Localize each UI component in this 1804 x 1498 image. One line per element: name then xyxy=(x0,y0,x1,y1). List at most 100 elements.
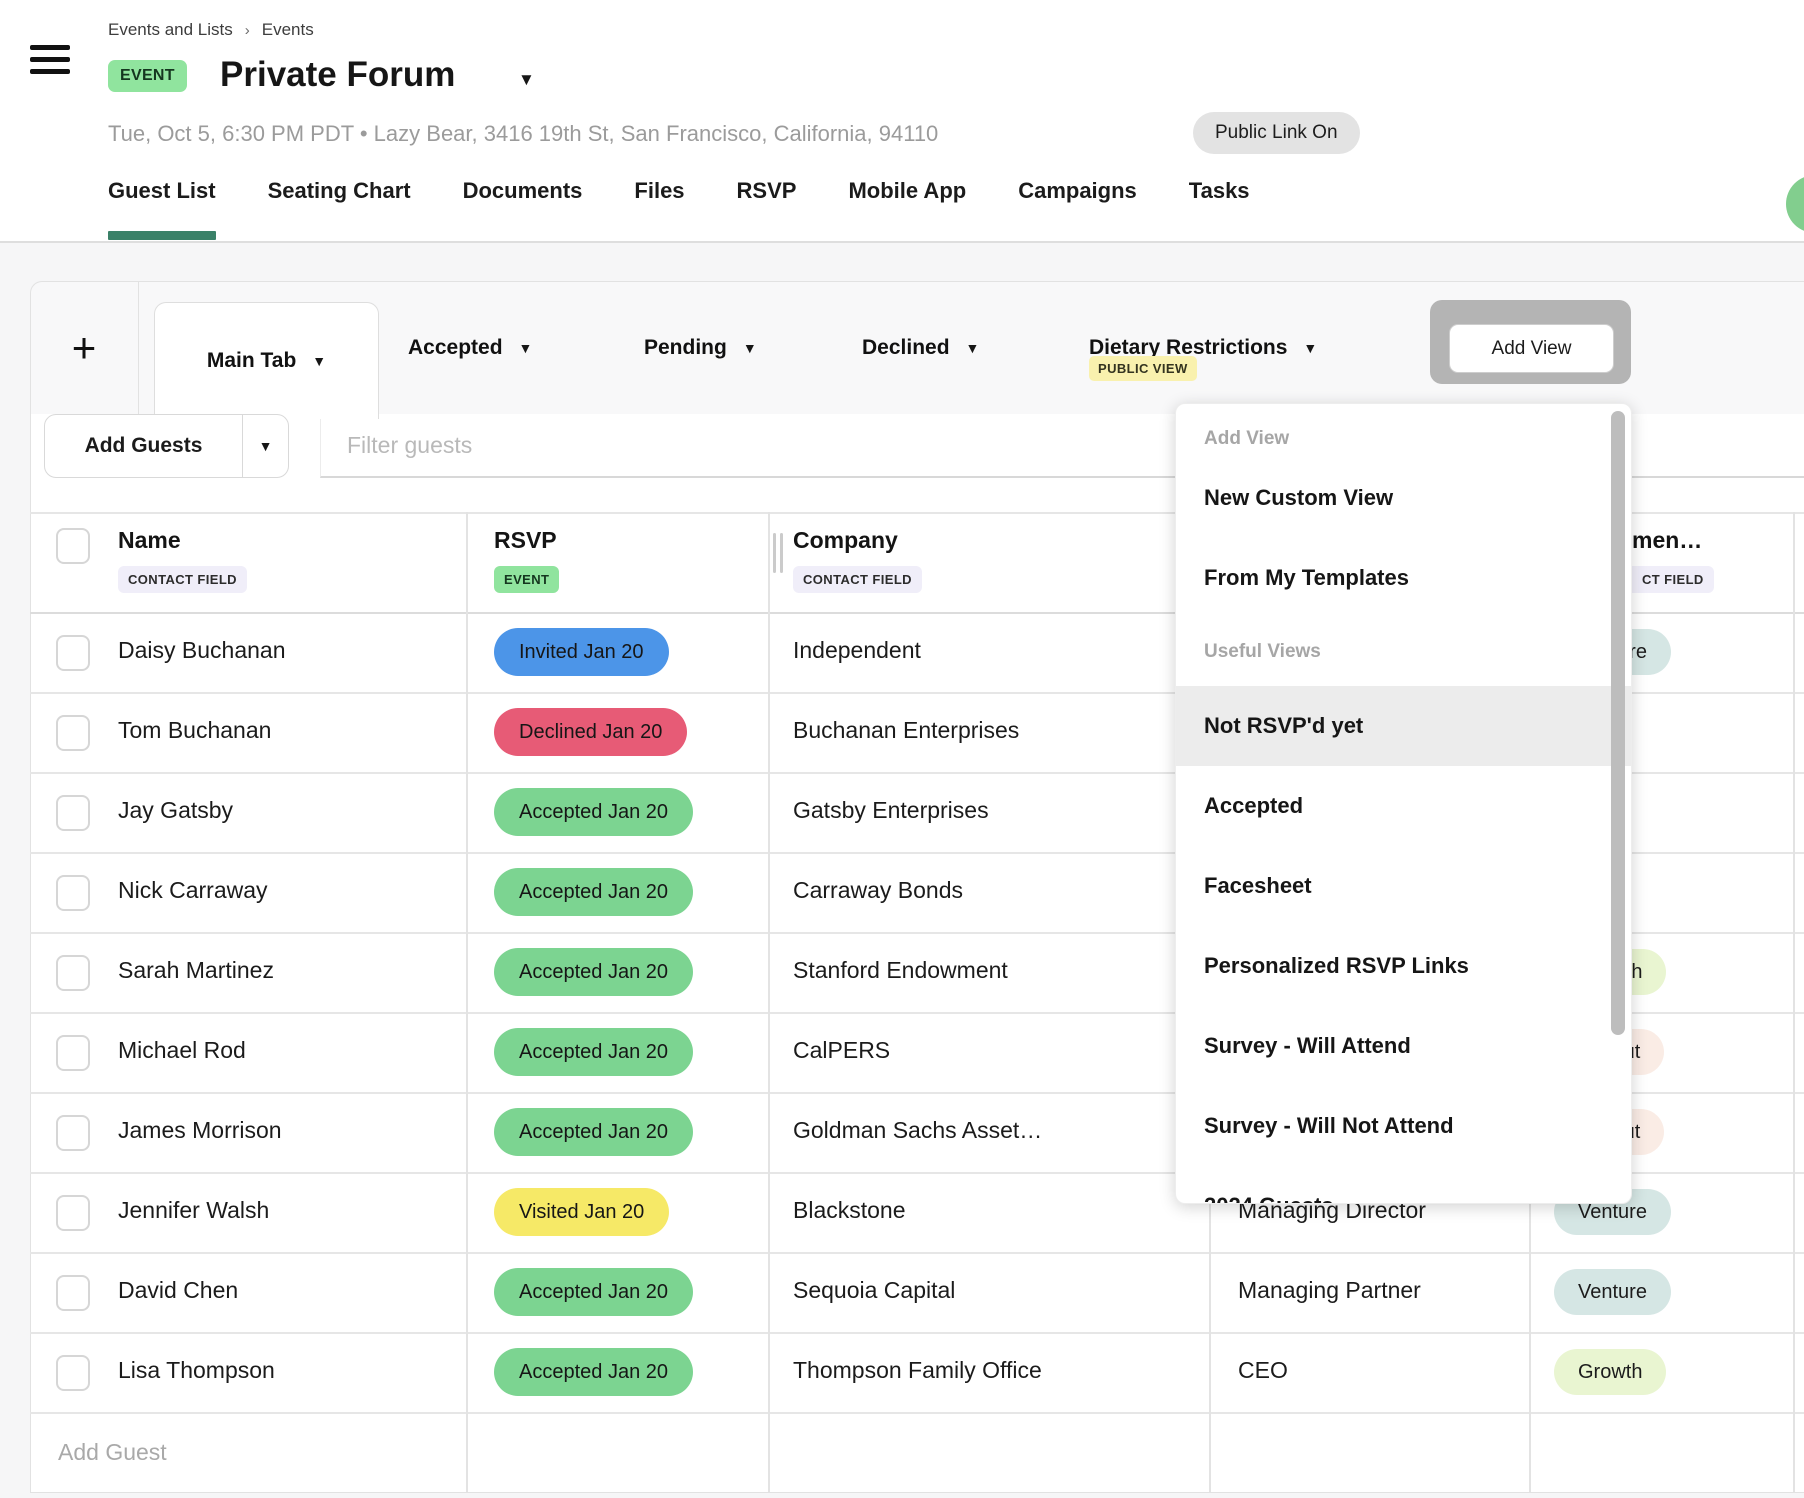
guest-company: Thompson Family Office xyxy=(793,1357,1042,1384)
menu-item-survey-will-not-attend[interactable]: Survey - Will Not Attend xyxy=(1176,1086,1631,1166)
column-header-name[interactable]: Name xyxy=(118,527,181,554)
view-tab-pending[interactable]: Pending▼ xyxy=(644,281,757,414)
view-tab-label: Main Tab xyxy=(207,349,296,373)
screen: Events and Lists › Events EVENT Private … xyxy=(0,0,1804,1498)
guest-company: Independent xyxy=(793,637,921,664)
nav-tab-label: Seating Chart xyxy=(268,178,411,204)
guest-title: CEO xyxy=(1238,1357,1288,1384)
row-checkbox[interactable] xyxy=(56,875,90,911)
nav-tab-label: RSVP xyxy=(737,178,797,204)
nav-tab-campaigns[interactable]: Campaigns xyxy=(1018,178,1137,240)
investment-focus-pill: Growth xyxy=(1554,1349,1666,1395)
column-type-badge: CT FIELD xyxy=(1632,566,1714,593)
nav-tab-seating-chart[interactable]: Seating Chart xyxy=(268,178,411,240)
chevron-down-icon: ▼ xyxy=(259,438,273,454)
menu-item-facesheet[interactable]: Facesheet xyxy=(1176,846,1631,926)
guest-company: Goldman Sachs Asset… xyxy=(793,1117,1042,1144)
guest-name: Jay Gatsby xyxy=(118,797,233,824)
nav-tab-guest-list[interactable]: Guest List xyxy=(108,178,216,240)
select-all-checkbox[interactable] xyxy=(56,528,90,564)
rsvp-status-pill[interactable]: Accepted Jan 20 xyxy=(494,868,693,916)
breadcrumb-events-and-lists[interactable]: Events and Lists xyxy=(108,20,233,40)
active-tab-underline xyxy=(108,231,216,240)
rsvp-status-pill[interactable]: Accepted Jan 20 xyxy=(494,1028,693,1076)
event-type-badge: EVENT xyxy=(108,60,187,92)
guest-name: Lisa Thompson xyxy=(118,1357,275,1384)
rsvp-status-pill[interactable]: Accepted Jan 20 xyxy=(494,1108,693,1156)
rsvp-status-pill[interactable]: Accepted Jan 20 xyxy=(494,788,693,836)
column-header-men-[interactable]: men… xyxy=(1632,527,1702,554)
rsvp-status-pill[interactable]: Accepted Jan 20 xyxy=(494,948,693,996)
column-drag-handle[interactable] xyxy=(773,533,776,573)
guest-company: Buchanan Enterprises xyxy=(793,717,1019,744)
add-guests-split-button: Add Guests ▼ xyxy=(44,414,289,478)
menu-item-accepted[interactable]: Accepted xyxy=(1176,766,1631,846)
add-view-button[interactable]: Add View xyxy=(1449,324,1614,373)
view-tab-main-tab[interactable]: Main Tab ▼ xyxy=(154,302,379,419)
guest-name: Nick Carraway xyxy=(118,877,268,904)
nav-tab-tasks[interactable]: Tasks xyxy=(1189,178,1250,240)
menu-icon[interactable] xyxy=(30,45,70,81)
menu-item-personalized-rsvp-links[interactable]: Personalized RSVP Links xyxy=(1176,926,1631,1006)
guest-name: Michael Rod xyxy=(118,1037,246,1064)
page-title: Private Forum xyxy=(220,55,455,95)
row-checkbox[interactable] xyxy=(56,1275,90,1311)
row-checkbox[interactable] xyxy=(56,955,90,991)
row-checkbox[interactable] xyxy=(56,795,90,831)
add-view-button-ring: Add View xyxy=(1430,300,1631,384)
menu-section-label: Useful Views xyxy=(1176,618,1631,686)
guest-name: Jennifer Walsh xyxy=(118,1197,269,1224)
column-header-company[interactable]: Company xyxy=(793,527,898,554)
nav-tab-documents[interactable]: Documents xyxy=(463,178,583,240)
row-checkbox[interactable] xyxy=(56,1195,90,1231)
column-drag-handle[interactable] xyxy=(780,533,783,573)
menu-item-2024-guests[interactable]: 2024 Guests xyxy=(1176,1166,1631,1204)
public-view-badge: PUBLIC VIEW xyxy=(1089,356,1197,381)
row-checkbox[interactable] xyxy=(56,1035,90,1071)
view-tab-accepted[interactable]: Accepted▼ xyxy=(408,281,532,414)
app-header: Events and Lists › Events EVENT Private … xyxy=(0,0,1804,243)
menu-item-from-my-templates[interactable]: From My Templates xyxy=(1176,538,1631,618)
rsvp-status-pill[interactable]: Accepted Jan 20 xyxy=(494,1268,693,1316)
nav-tabs: Guest List Seating Chart Documents Files RSV… xyxy=(108,178,1250,240)
nav-tab-rsvp[interactable]: RSVP xyxy=(737,178,797,240)
menu-scrollbar-thumb[interactable] xyxy=(1611,411,1625,1035)
event-subtitle: Tue, Oct 5, 6:30 PM PDT • Lazy Bear, 341… xyxy=(108,121,938,147)
view-tab-dietary-restrictions[interactable]: Dietary Restrictions▼PUBLIC VIEW xyxy=(1089,281,1317,414)
breadcrumb-events[interactable]: Events xyxy=(262,20,314,40)
help-fab[interactable] xyxy=(1786,175,1804,233)
column-header-rsvp[interactable]: RSVP xyxy=(494,527,557,554)
guest-company: Carraway Bonds xyxy=(793,877,963,904)
view-tab-declined[interactable]: Declined▼ xyxy=(862,281,979,414)
title-dropdown-icon[interactable]: ▼ xyxy=(518,70,535,90)
column-type-badge: EVENT xyxy=(494,566,559,593)
nav-tab-label: Documents xyxy=(463,178,583,204)
add-guest-row[interactable]: Add Guest xyxy=(58,1439,167,1466)
nav-tab-files[interactable]: Files xyxy=(634,178,684,240)
investment-focus-pill: Venture xyxy=(1554,1269,1671,1315)
rsvp-status-pill[interactable]: Accepted Jan 20 xyxy=(494,1348,693,1396)
breadcrumb: Events and Lists › Events xyxy=(108,20,314,40)
row-checkbox[interactable] xyxy=(56,1355,90,1391)
breadcrumb-separator-icon: › xyxy=(245,22,250,39)
row-checkbox[interactable] xyxy=(56,715,90,751)
menu-item-new-custom-view[interactable]: New Custom View xyxy=(1176,458,1631,538)
guest-name: David Chen xyxy=(118,1277,238,1304)
nav-tab-mobile-app[interactable]: Mobile App xyxy=(848,178,966,240)
menu-item-not-rsvp-d-yet[interactable]: Not RSVP'd yet xyxy=(1176,686,1631,766)
rsvp-status-pill[interactable]: Invited Jan 20 xyxy=(494,628,669,676)
add-guests-button[interactable]: Add Guests xyxy=(45,415,243,477)
add-guests-dropdown-toggle[interactable]: ▼ xyxy=(243,415,288,477)
rsvp-status-pill[interactable]: Declined Jan 20 xyxy=(494,708,687,756)
nav-tab-label: Tasks xyxy=(1189,178,1250,204)
public-link-badge[interactable]: Public Link On xyxy=(1193,112,1360,154)
rsvp-status-pill[interactable]: Visited Jan 20 xyxy=(494,1188,669,1236)
row-checkbox[interactable] xyxy=(56,635,90,671)
view-tab-label: Pending xyxy=(644,336,727,360)
chevron-down-icon: ▼ xyxy=(966,340,980,356)
add-tab-button[interactable]: + xyxy=(30,281,139,414)
nav-tab-label: Campaigns xyxy=(1018,178,1137,204)
row-checkbox[interactable] xyxy=(56,1115,90,1151)
menu-item-survey-will-attend[interactable]: Survey - Will Attend xyxy=(1176,1006,1631,1086)
guest-name: Tom Buchanan xyxy=(118,717,271,744)
